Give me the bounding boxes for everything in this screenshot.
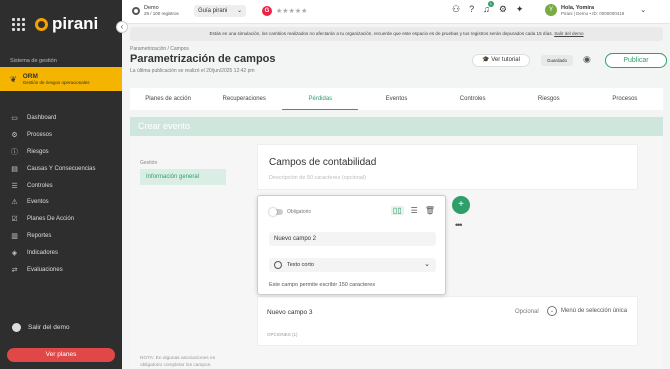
- gauge-icon: ◈: [11, 249, 18, 257]
- exit-demo-link[interactable]: Salir del demo: [554, 31, 583, 36]
- required-toggle[interactable]: [269, 208, 283, 216]
- section-label: Gestión: [140, 160, 158, 166]
- settings-icon[interactable]: ⚙: [499, 4, 507, 15]
- publish-button[interactable]: Publicar: [605, 53, 667, 68]
- page-title: Parametrización de campos: [130, 53, 276, 65]
- system-desc: Gestión de riesgos operacionales: [22, 80, 90, 85]
- brand-name: pirani: [52, 14, 99, 33]
- field-editor: Obligatorio ▯▯ ☰ 🗑 Nuevo campo 2 Texto c…: [257, 195, 446, 295]
- editor-actions: ▯▯ ☰ 🗑: [390, 206, 435, 215]
- user-menu[interactable]: Y Hola, Yomira Pirani | Demo • ID: 000000…: [545, 4, 646, 16]
- section-card[interactable]: Campos de contabilidad Descripción de 50…: [257, 144, 638, 190]
- sidebar-item-procesos[interactable]: ⚙ Procesos: [10, 127, 120, 144]
- collapse-sidebar-icon[interactable]: ‹: [116, 21, 128, 33]
- tab-procesos[interactable]: Procesos: [587, 88, 663, 110]
- gear-icon: ⚙: [11, 132, 18, 140]
- report-icon: ▥: [11, 232, 18, 240]
- progress-ring-icon: [132, 6, 140, 15]
- system-section-label: Sistema de gestión: [10, 58, 57, 64]
- sidebar-item-dashboard[interactable]: ▭ Dashboard: [10, 110, 120, 127]
- alert-icon: ⓘ: [11, 148, 18, 156]
- field-name: Nuevo campo 3: [267, 309, 313, 316]
- top-icons: ⚇ ? ♫ 1 ⚙ ✦: [452, 1, 524, 15]
- magic-icon[interactable]: ✦: [516, 4, 524, 15]
- chevron-circle-icon: ⌄: [547, 306, 557, 316]
- sidebar-item-evaluaciones[interactable]: ⇄ Evaluaciones: [10, 261, 120, 278]
- help-icon[interactable]: ?: [469, 4, 474, 15]
- chevron-down-icon: ⌄: [236, 8, 242, 14]
- tab-planes[interactable]: Planes de acción: [130, 88, 206, 110]
- exit-demo-button[interactable]: Salir del demo: [12, 323, 70, 332]
- monitor-icon: ▭: [11, 115, 18, 123]
- last-published: La última publicación se realizó el 20/j…: [130, 68, 255, 74]
- google-icon: G: [262, 6, 272, 16]
- trash-icon[interactable]: 🗑: [425, 206, 435, 215]
- breadcrumb[interactable]: Parametrización / Campos: [130, 46, 189, 52]
- columns-icon[interactable]: ▯▯: [390, 206, 404, 215]
- sidebar-item-reportes[interactable]: ▥ Reportes: [10, 228, 120, 245]
- tabs: Planes de acción Recuperaciones Pérdidas…: [130, 88, 663, 110]
- notification-badge: 1: [487, 1, 494, 7]
- guide-dropdown[interactable]: Guía pirani ⌄: [194, 5, 246, 17]
- sidebar: pirani Sistema de gestión ❦ ORM Gestión d…: [0, 0, 122, 369]
- logo-mark: [35, 17, 48, 31]
- system-code: ORM: [22, 73, 38, 80]
- field-type-select[interactable]: Texto corto ⌄: [269, 258, 436, 272]
- sidebar-item-controles[interactable]: ☰ Controles: [10, 177, 120, 194]
- field-name-input[interactable]: Nuevo campo 2: [269, 232, 436, 246]
- field-type: ⌄ Menú de selección única: [547, 306, 627, 316]
- rating[interactable]: G ★★★★★: [262, 6, 307, 16]
- tab-perdidas[interactable]: Pérdidas: [282, 88, 359, 110]
- tab-controles[interactable]: Controles: [435, 88, 511, 110]
- bell-icon[interactable]: ♫ 1: [483, 1, 494, 15]
- tab-riesgos[interactable]: Riesgos: [511, 88, 587, 110]
- stars-icon: ★★★★★: [276, 8, 308, 15]
- text-type-icon: [274, 261, 282, 269]
- demo-banner: Estás en una simulación, los cambios rea…: [130, 27, 663, 41]
- add-field-button[interactable]: +: [452, 196, 470, 214]
- sidebar-item-planes[interactable]: ☑ Planes De Acción: [10, 211, 120, 228]
- field-help-text: Este campo permite escribir 150 caracter…: [269, 282, 376, 288]
- status-badge: Guardado: [541, 55, 573, 66]
- field-optional-label: Opcional: [515, 309, 539, 315]
- logo: pirani: [12, 14, 98, 34]
- sliders-icon: ☰: [11, 182, 18, 190]
- checkbox-icon: ☑: [11, 216, 18, 224]
- top-bar: Demo 29 / 100 registros Guía pirani ⌄ G ★★★…: [122, 0, 670, 24]
- required-label: Obligatorio: [287, 209, 312, 215]
- leaf-icon: ❦: [10, 74, 17, 84]
- section-title: Campos de contabilidad: [269, 157, 377, 168]
- chevron-down-icon: ⌄: [424, 261, 430, 268]
- rows-icon[interactable]: ☰: [411, 206, 418, 215]
- avatar: Y: [545, 4, 557, 16]
- preview-eye-icon[interactable]: ◉: [583, 54, 591, 65]
- sidebar-item-eventos[interactable]: ⚠ Eventos: [10, 194, 120, 211]
- apps-grid-icon[interactable]: [12, 17, 25, 31]
- sidebar-item-indicadores[interactable]: ◈ Indicadores: [10, 244, 120, 261]
- plans-button[interactable]: Ver planes: [7, 348, 115, 362]
- book-icon: ▤: [11, 165, 18, 173]
- chevron-down-icon: ⌄: [640, 7, 647, 14]
- field-card[interactable]: Nuevo campo 3 Opcional ⌄ Menú de selecció…: [257, 296, 638, 346]
- menu-item-general-info[interactable]: Información general: [140, 169, 226, 185]
- add-user-icon[interactable]: ⚇: [452, 4, 460, 15]
- shuffle-icon: ⇄: [11, 266, 18, 274]
- graduation-cap-icon: 🎓: [482, 57, 490, 63]
- tab-recuperaciones[interactable]: Recuperaciones: [206, 88, 282, 110]
- demo-indicator: Demo 29 / 100 registros: [132, 5, 179, 16]
- warning-icon: ⚠: [11, 199, 18, 207]
- section-description[interactable]: Descripción de 50 caracteres (opcional): [269, 175, 366, 181]
- exit-icon: [12, 323, 21, 332]
- tutorial-button[interactable]: 🎓 Ver tutorial: [472, 54, 530, 67]
- note-text: NOTA: En algunas asociaciones es obligat…: [140, 356, 216, 368]
- options-label: OPCIONES (1): [267, 332, 298, 337]
- sidebar-item-riesgos[interactable]: ⓘ Riesgos: [10, 144, 120, 161]
- tab-eventos[interactable]: Eventos: [358, 88, 434, 110]
- more-options-icon[interactable]: •••: [455, 220, 463, 230]
- user-org: Pirani | Demo • ID: 0000000419: [561, 10, 625, 16]
- sidebar-item-causas[interactable]: ▤ Causas Y Consecuencias: [10, 160, 120, 177]
- create-header: Crear evento: [130, 117, 663, 136]
- sidebar-nav: ▭ Dashboard ⚙ Procesos ⓘ Riesgos ▤ Causas Y …: [10, 110, 120, 278]
- system-selector[interactable]: ❦ ORM Gestión de riesgos operacionales: [0, 67, 122, 91]
